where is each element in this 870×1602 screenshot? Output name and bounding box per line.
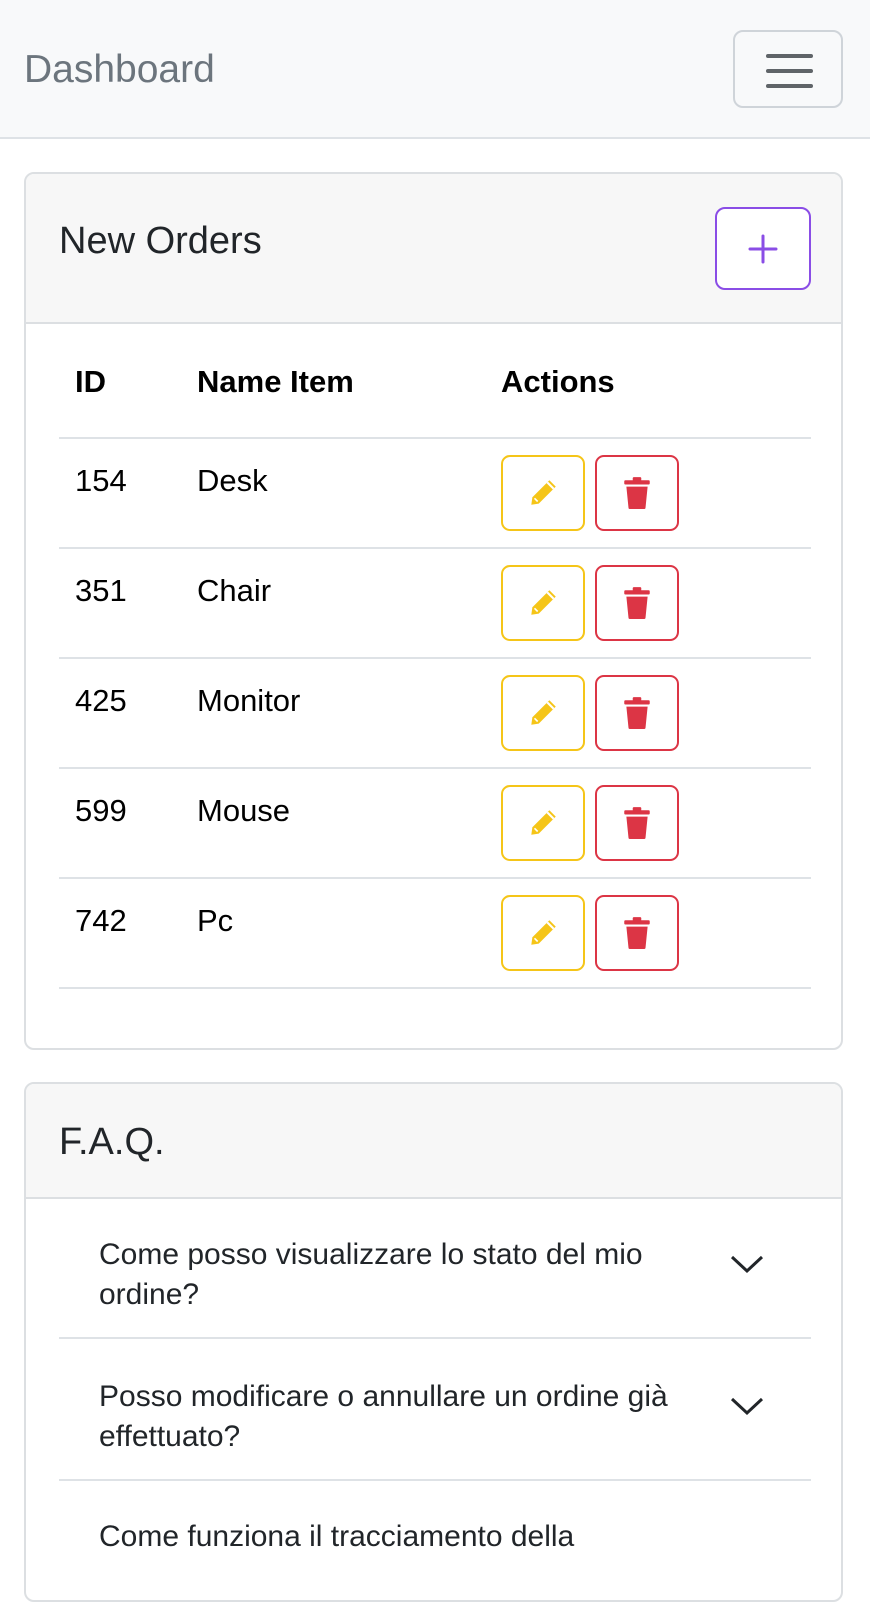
pencil-icon: [531, 810, 556, 835]
edit-order-button[interactable]: [501, 565, 585, 641]
faq-card: F.A.Q. Come posso visualizzare lo stato …: [24, 1082, 843, 1602]
delete-order-button[interactable]: [595, 455, 679, 531]
edit-order-button[interactable]: [501, 785, 585, 861]
table-header-row: ID Name Item Actions: [59, 324, 811, 439]
navbar-brand[interactable]: Dashboard: [24, 46, 215, 94]
faq-item[interactable]: Posso modificare o annullare un ordine g…: [59, 1339, 811, 1481]
faq-card-title: F.A.Q.: [59, 1121, 165, 1163]
edit-order-button[interactable]: [501, 675, 585, 751]
trash-icon: [624, 917, 650, 949]
delete-order-button[interactable]: [595, 895, 679, 971]
orders-card-header: New Orders: [26, 174, 841, 324]
order-actions-cell: [501, 548, 811, 659]
order-actions-cell: [501, 438, 811, 549]
delete-order-button[interactable]: [595, 675, 679, 751]
plus-icon: [748, 234, 778, 263]
table-row: 425 Monitor: [59, 658, 811, 769]
table-row: 351 Chair: [59, 548, 811, 659]
edit-order-button[interactable]: [501, 455, 585, 531]
order-id-cell: 154: [59, 438, 197, 549]
add-order-button[interactable]: [715, 207, 811, 290]
edit-order-button[interactable]: [501, 895, 585, 971]
order-name-cell: Chair: [197, 548, 501, 659]
pencil-icon: [531, 920, 556, 945]
pencil-icon: [531, 480, 556, 505]
order-name-cell: Monitor: [197, 658, 501, 769]
order-actions-cell: [501, 768, 811, 879]
trash-icon: [624, 697, 650, 729]
chevron-down-icon: [730, 1255, 764, 1274]
delete-order-button[interactable]: [595, 785, 679, 861]
table-row: 742 Pc: [59, 878, 811, 989]
faq-item[interactable]: Come funziona il tracciamento della: [59, 1481, 811, 1600]
order-id-cell: 599: [59, 768, 197, 879]
navbar: Dashboard: [0, 0, 870, 139]
table-row: 599 Mouse: [59, 768, 811, 879]
order-name-cell: Mouse: [197, 768, 501, 879]
pencil-icon: [531, 590, 556, 615]
order-name-cell: Desk: [197, 438, 501, 549]
order-id-cell: 425: [59, 658, 197, 769]
order-actions-cell: [501, 658, 811, 769]
faq-question: Come funziona il tracciamento della: [99, 1520, 575, 1553]
column-header-actions: Actions: [501, 324, 811, 439]
trash-icon: [624, 477, 650, 509]
column-header-id: ID: [59, 324, 197, 439]
faq-question: Come posso visualizzare lo stato del mio…: [99, 1238, 643, 1311]
order-name-cell: Pc: [197, 878, 501, 989]
order-actions-cell: [501, 878, 811, 989]
trash-icon: [624, 587, 650, 619]
order-id-cell: 742: [59, 878, 197, 989]
column-header-name-item: Name Item: [197, 324, 501, 439]
trash-icon: [624, 807, 650, 839]
delete-order-button[interactable]: [595, 565, 679, 641]
faq-card-header: F.A.Q.: [26, 1084, 841, 1199]
orders-table-body: 154 Desk 351 Chair 425 Monitor 599 Mouse 742 Pc: [59, 438, 811, 989]
orders-table: ID Name Item Actions 154 Desk 351 Chair 425 M…: [59, 324, 811, 989]
faq-item[interactable]: Come posso visualizzare lo stato del mio…: [59, 1197, 811, 1339]
orders-card-title: New Orders: [59, 220, 262, 262]
navbar-toggler-button[interactable]: [733, 30, 843, 108]
pencil-icon: [531, 700, 556, 725]
orders-card: New Orders ID Name Item Actions 154 Desk 3…: [24, 172, 843, 1050]
chevron-down-icon: [730, 1397, 764, 1416]
order-id-cell: 351: [59, 548, 197, 659]
table-row: 154 Desk: [59, 438, 811, 549]
faq-question: Posso modificare o annullare un ordine g…: [99, 1380, 668, 1453]
